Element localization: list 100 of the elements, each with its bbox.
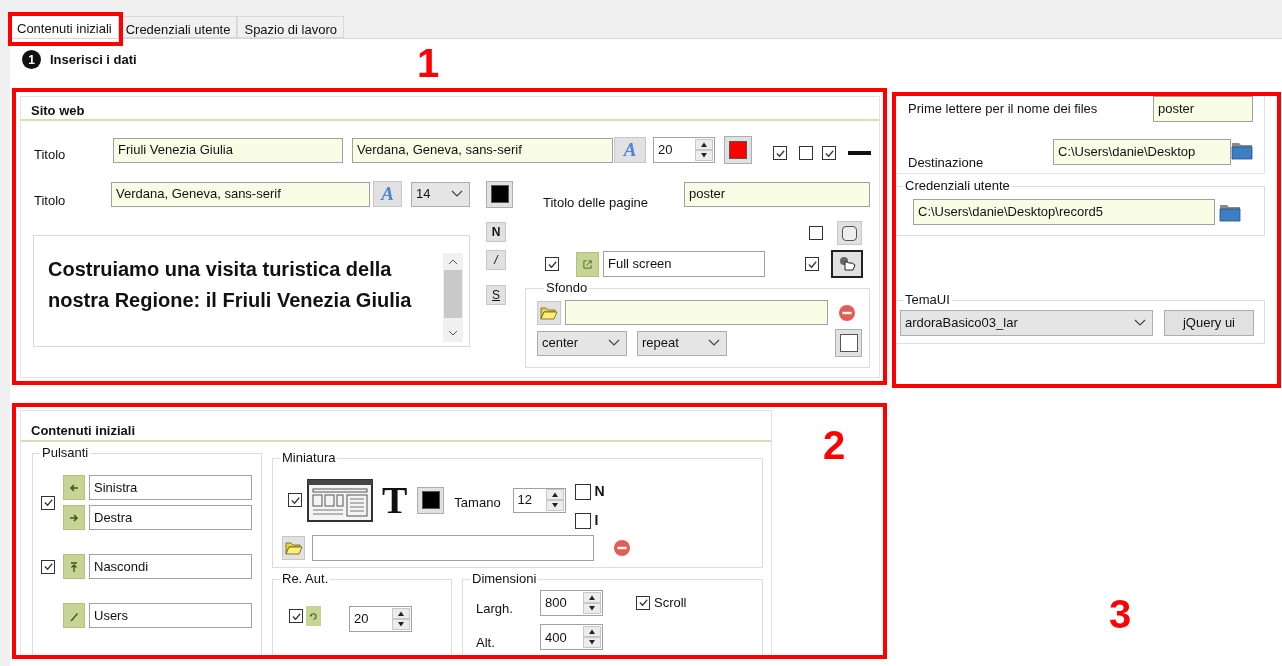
annotation-number: 3 <box>1109 592 1132 636</box>
cursor-button[interactable] <box>831 250 863 278</box>
style-button[interactable]: / <box>486 250 506 270</box>
remove-icon[interactable] <box>613 539 631 557</box>
text-field[interactable]: Friuli Venezia Giulia <box>113 137 343 163</box>
panel-title: Contenuti iniziali <box>31 423 135 438</box>
tab[interactable]: Contenuti iniziali <box>10 14 119 38</box>
spin-arrows-icon[interactable] <box>583 626 601 649</box>
text-field[interactable]: C:\Users\danie\Desktop\record5 <box>913 199 1215 225</box>
reload-icon <box>309 611 318 621</box>
number-spinner[interactable]: 20 <box>349 606 412 632</box>
field-label: Prime lettere per il nome dei files <box>908 100 1098 118</box>
spin-arrows-icon[interactable] <box>392 608 410 630</box>
field-label: Titolo delle pagine <box>543 194 650 213</box>
arrow-right-icon <box>68 511 80 524</box>
checkbox[interactable] <box>636 595 650 610</box>
dropdown[interactable]: center <box>537 330 627 356</box>
arrow-up-button[interactable] <box>63 554 85 579</box>
number-spinner[interactable]: 20 <box>653 137 715 163</box>
jquery-ui-button[interactable]: jQuery ui <box>1164 310 1254 336</box>
text-field[interactable] <box>312 535 594 561</box>
open-folder-button[interactable] <box>537 300 561 325</box>
text-field[interactable]: poster <box>684 181 870 207</box>
panel-title: Sito web <box>31 103 85 118</box>
group-label: Credenziali utente <box>904 178 1011 194</box>
checkbox[interactable] <box>545 257 559 271</box>
group-label: Re. Aut. <box>281 571 330 587</box>
checkbox-label: Scroll <box>654 594 687 612</box>
arrow-up-icon <box>68 560 80 573</box>
chevron-down-icon <box>451 190 463 198</box>
text-field[interactable]: C:\Users\danie\Desktop <box>1053 139 1231 165</box>
chevron-down-icon <box>708 339 720 347</box>
text-field[interactable] <box>565 300 828 325</box>
scroll-up-icon[interactable] <box>448 259 458 265</box>
field-label: Largh. <box>476 600 514 618</box>
field-label: Destinazione <box>908 154 985 172</box>
fullscreen-button[interactable] <box>576 251 599 277</box>
field-label: Tamano <box>454 494 501 513</box>
dropdown[interactable]: repeat <box>637 330 727 356</box>
text-field[interactable]: Verdana, Geneva, sans-serif <box>111 181 370 207</box>
text-field[interactable]: Sinistra <box>89 475 252 500</box>
group-label: Miniatura <box>281 450 337 466</box>
step-number: 1 <box>22 50 41 69</box>
text-field[interactable]: Destra <box>89 505 252 530</box>
corner-style-button[interactable] <box>837 221 862 245</box>
text-area[interactable]: Costruiamo una visita turistica della nostra Regione: il Friuli Venezia Giulia <box>33 235 470 347</box>
text-field[interactable]: poster <box>1153 96 1253 122</box>
text-field[interactable]: Users <box>89 603 252 628</box>
dropdown[interactable]: 14 <box>411 181 470 207</box>
group-label: Sfondo <box>545 280 589 296</box>
color-button[interactable] <box>486 180 513 208</box>
dropdown[interactable]: ardoraBasico03_lar <box>900 310 1153 336</box>
field-label: Alt. <box>476 633 496 652</box>
checkbox[interactable] <box>773 146 787 160</box>
arrow-right-button[interactable] <box>63 505 85 530</box>
style-button[interactable]: S <box>486 285 506 305</box>
checkbox[interactable] <box>809 226 823 240</box>
hand-pointer-icon <box>837 255 857 273</box>
number-spinner[interactable]: 400 <box>540 624 603 651</box>
number-spinner[interactable]: 800 <box>540 589 603 616</box>
group-label: TemaUI <box>904 292 951 308</box>
text-style-label: T <box>382 480 408 520</box>
chevron-down-icon <box>608 339 620 347</box>
external-link-icon <box>582 258 593 270</box>
group-label: Dimensioni <box>471 571 538 587</box>
field-label: Titolo <box>34 192 67 211</box>
checkbox[interactable] <box>574 483 591 500</box>
arrow-left-button[interactable] <box>63 475 85 500</box>
folder-icon <box>284 541 303 555</box>
color-button[interactable] <box>417 486 445 514</box>
group-label: Pulsanti <box>41 445 90 461</box>
spin-arrows-icon[interactable] <box>545 489 564 511</box>
preview-text: Costruiamo una visita turistica della nostra Regione: il Friuli Venezia Giulia <box>47 257 413 313</box>
checkbox[interactable] <box>41 495 55 510</box>
checkbox[interactable] <box>289 609 303 623</box>
checkbox[interactable] <box>805 257 819 271</box>
checkbox-label: N <box>594 482 605 501</box>
field-label: Titolo <box>34 146 67 165</box>
scroll-down-icon[interactable] <box>448 330 458 336</box>
color-button[interactable] <box>835 329 862 357</box>
text-field[interactable]: Full screen <box>603 251 765 277</box>
spin-arrows-icon[interactable] <box>695 139 713 161</box>
checkbox[interactable] <box>574 512 591 529</box>
text-field[interactable]: Verdana, Geneva, sans-serif <box>352 137 613 163</box>
folder-icon <box>540 305 558 320</box>
spin-arrows-icon[interactable] <box>583 591 601 614</box>
chevron-down-icon <box>1134 319 1146 327</box>
color-button[interactable] <box>724 136 752 164</box>
arrow-left-icon <box>68 481 80 494</box>
checkbox[interactable] <box>822 146 836 160</box>
number-spinner[interactable]: 12 <box>512 487 566 513</box>
tab[interactable]: Spazio di lavoro <box>237 16 344 38</box>
checkbox[interactable] <box>288 493 302 507</box>
checkbox[interactable] <box>799 146 813 160</box>
checkbox[interactable] <box>41 559 55 574</box>
text-field[interactable]: Nascondi <box>89 554 252 579</box>
scrollbar[interactable] <box>443 253 463 342</box>
style-button[interactable]: N <box>486 222 506 242</box>
open-folder-button[interactable] <box>282 536 305 560</box>
remove-icon[interactable] <box>838 303 856 322</box>
